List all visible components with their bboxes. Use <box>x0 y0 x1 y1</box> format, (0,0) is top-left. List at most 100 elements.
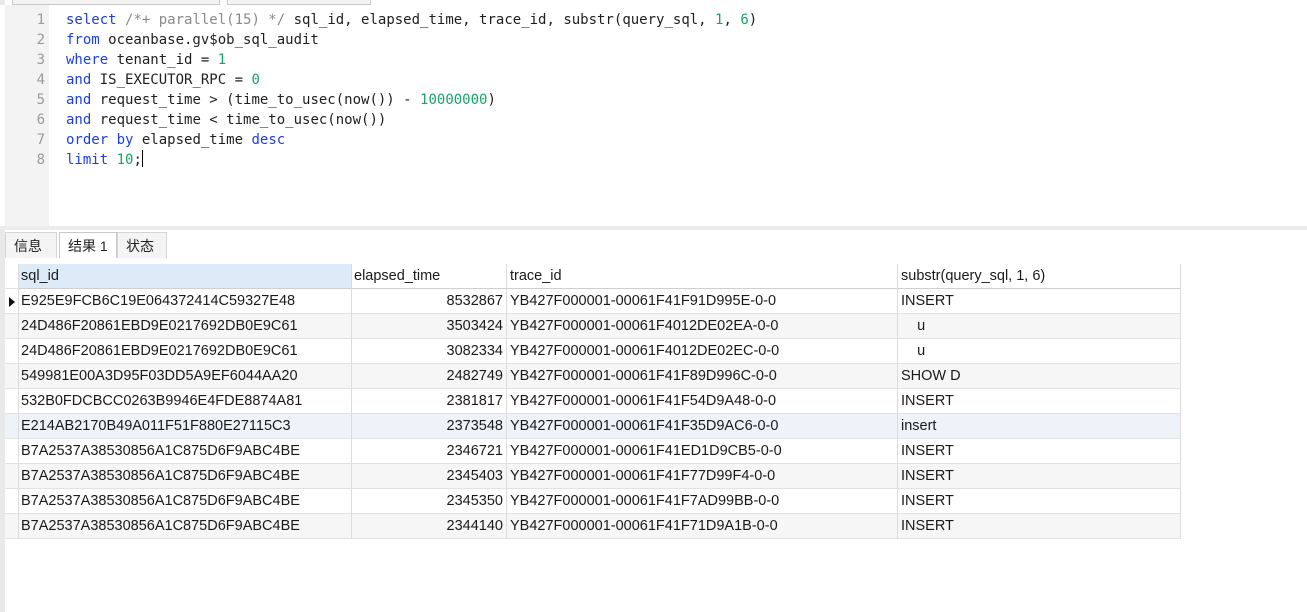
row-indicator[interactable] <box>5 489 19 514</box>
cell-elapsed-time[interactable]: 2482749 <box>352 364 507 389</box>
cell-elapsed-time[interactable]: 2344140 <box>352 514 507 539</box>
code-token: IS_EXECUTOR_RPC = <box>91 72 252 88</box>
table-row[interactable]: 24D486F20861EBD9E0217692DB0E9C61 3082334 Y… <box>5 339 1181 364</box>
row-indicator[interactable] <box>5 414 19 439</box>
table-row[interactable]: E214AB2170B49A011F51F880E27115C3 2373548 Y… <box>5 414 1181 439</box>
code-token: select <box>66 12 117 28</box>
cell-substr[interactable]: INSERT <box>898 464 1181 489</box>
code-token: 0 <box>251 72 260 88</box>
code-token: by <box>116 132 134 148</box>
cell-trace-id[interactable]: YB427F000001-00061F4012DE02EC-0-0 <box>507 339 898 364</box>
column-header-elapsed-time[interactable]: elapsed_time <box>352 264 507 289</box>
table-row[interactable]: 24D486F20861EBD9E0217692DB0E9C61 3503424 Y… <box>5 314 1181 339</box>
code-token: oceanbase.gv$ob_sql_audit <box>99 32 319 48</box>
cell-sql-id[interactable]: 532B0FDCBCC0263B9946E4FDE8874A81 <box>19 389 352 414</box>
tab-info[interactable]: 信息 <box>5 232 57 258</box>
code-token: elapsed_time <box>133 132 252 148</box>
code-token: limit <box>66 152 109 168</box>
column-header-trace-id[interactable]: trace_id <box>507 264 898 289</box>
code-token: request_time > (time_to_usec(now()) - <box>91 92 421 108</box>
code-line[interactable]: select /*+ parallel(15) */ sql_id, elaps… <box>66 10 757 30</box>
cell-sql-id[interactable]: B7A2537A38530856A1C875D6F9ABC4BE <box>19 514 352 539</box>
cell-trace-id[interactable]: YB427F000001-00061F41F77D99F4-0-0 <box>507 464 898 489</box>
cell-trace-id[interactable]: YB427F000001-00061F41F89D996C-0-0 <box>507 364 898 389</box>
code-token: and <box>66 72 92 88</box>
cell-trace-id[interactable]: YB427F000001-00061F41F91D995E-0-0 <box>507 289 898 314</box>
cell-substr[interactable]: INSERT <box>898 439 1181 464</box>
cell-trace-id[interactable]: YB427F000001-00061F41ED1D9CB5-0-0 <box>507 439 898 464</box>
cell-substr[interactable]: INSERT <box>898 514 1181 539</box>
row-indicator[interactable] <box>5 464 19 489</box>
cell-trace-id[interactable]: YB427F000001-00061F41F7AD99BB-0-0 <box>507 489 898 514</box>
code-token: /*+ parallel(15) */ <box>125 12 286 28</box>
cell-trace-id[interactable]: YB427F000001-00061F4012DE02EA-0-0 <box>507 314 898 339</box>
result-tab-bar: 信息 结果 1 状态 <box>5 230 1307 258</box>
cell-sql-id[interactable]: B7A2537A38530856A1C875D6F9ABC4BE <box>19 464 352 489</box>
table-row[interactable]: E925E9FCB6C19E064372414C59327E48 8532867 Y… <box>5 289 1181 314</box>
cell-elapsed-time[interactable]: 2373548 <box>352 414 507 439</box>
code-token: from <box>66 32 100 48</box>
code-token: where <box>66 52 109 68</box>
code-line[interactable]: where tenant_id = 1 <box>66 50 226 70</box>
table-row[interactable]: B7A2537A38530856A1C875D6F9ABC4BE 2344140 Y… <box>5 514 1181 539</box>
cell-trace-id[interactable]: YB427F000001-00061F41F54D9A48-0-0 <box>507 389 898 414</box>
cell-substr[interactable]: INSERT <box>898 489 1181 514</box>
cell-elapsed-time[interactable]: 2346721 <box>352 439 507 464</box>
cell-substr[interactable]: INSERT <box>898 389 1181 414</box>
cell-sql-id[interactable]: E214AB2170B49A011F51F880E27115C3 <box>19 414 352 439</box>
row-indicator[interactable] <box>5 289 19 314</box>
cell-sql-id[interactable]: 24D486F20861EBD9E0217692DB0E9C61 <box>19 339 352 364</box>
cell-sql-id[interactable]: 549981E00A3D95F03DD5A9EF6044AA20 <box>19 364 352 389</box>
column-header-sql-id[interactable]: sql_id <box>19 264 352 289</box>
code-token: ) <box>748 12 758 28</box>
tab-result-1[interactable]: 结果 1 <box>59 232 117 258</box>
table-row[interactable]: B7A2537A38530856A1C875D6F9ABC4BE 2346721 Y… <box>5 439 1181 464</box>
code-line[interactable]: and request_time < time_to_usec(now()) <box>66 110 386 130</box>
cell-elapsed-time[interactable]: 3082334 <box>352 339 507 364</box>
code-token: , <box>723 12 741 28</box>
cell-substr[interactable]: insert <box>898 414 1181 439</box>
row-indicator[interactable] <box>5 339 19 364</box>
cell-sql-id[interactable]: B7A2537A38530856A1C875D6F9ABC4BE <box>19 439 352 464</box>
row-indicator[interactable] <box>5 439 19 464</box>
code-line[interactable]: and IS_EXECUTOR_RPC = 0 <box>66 70 260 90</box>
cell-sql-id[interactable]: 24D486F20861EBD9E0217692DB0E9C61 <box>19 314 352 339</box>
code-token: ; <box>133 152 142 168</box>
cell-elapsed-time[interactable]: 3503424 <box>352 314 507 339</box>
row-indicator[interactable] <box>5 364 19 389</box>
cell-substr[interactable]: u <box>898 339 1181 364</box>
code-line[interactable]: and request_time > (time_to_usec(now()) … <box>66 90 496 110</box>
grid-header-row: sql_id elapsed_time trace_id substr(quer… <box>5 264 1181 289</box>
cell-substr[interactable]: INSERT <box>898 289 1181 314</box>
code-line[interactable]: limit 10; <box>66 150 143 170</box>
table-row[interactable]: B7A2537A38530856A1C875D6F9ABC4BE 2345403 Y… <box>5 464 1181 489</box>
code-token: 6 <box>740 12 749 28</box>
cell-elapsed-time[interactable]: 2381817 <box>352 389 507 414</box>
column-header-substr[interactable]: substr(query_sql, 1, 6) <box>898 264 1181 289</box>
code-token: 1 <box>217 52 227 68</box>
code-line[interactable]: order by elapsed_time desc <box>66 130 285 150</box>
cell-substr[interactable]: SHOW D <box>898 364 1181 389</box>
cell-sql-id[interactable]: B7A2537A38530856A1C875D6F9ABC4BE <box>19 489 352 514</box>
code-line[interactable]: from oceanbase.gv$ob_sql_audit <box>66 30 319 50</box>
cell-elapsed-time[interactable]: 8532867 <box>352 289 507 314</box>
cell-sql-id[interactable]: E925E9FCB6C19E064372414C59327E48 <box>19 289 352 314</box>
cell-elapsed-time[interactable]: 2345403 <box>352 464 507 489</box>
line-number: 8 <box>36 152 45 168</box>
table-row[interactable]: 549981E00A3D95F03DD5A9EF6044AA20 2482749 Y… <box>5 364 1181 389</box>
sql-editor[interactable]: 1 2 3 4 5 6 7 8 select /*+ parallel(15) */ sql_… <box>0 5 1307 226</box>
cell-trace-id[interactable]: YB427F000001-00061F41F35D9AC6-0-0 <box>507 414 898 439</box>
tab-status[interactable]: 状态 <box>117 232 167 258</box>
cell-substr[interactable]: u <box>898 314 1181 339</box>
row-indicator[interactable] <box>5 389 19 414</box>
table-row[interactable]: B7A2537A38530856A1C875D6F9ABC4BE 2345350 Y… <box>5 489 1181 514</box>
code-token: 10000000 <box>420 92 488 108</box>
code-token: tenant_id = <box>108 52 218 68</box>
table-row[interactable]: 532B0FDCBCC0263B9946E4FDE8874A81 2381817 Y… <box>5 389 1181 414</box>
row-indicator[interactable] <box>5 314 19 339</box>
cell-trace-id[interactable]: YB427F000001-00061F41F71D9A1B-0-0 <box>507 514 898 539</box>
row-indicator[interactable] <box>5 514 19 539</box>
cell-elapsed-time[interactable]: 2345350 <box>352 489 507 514</box>
